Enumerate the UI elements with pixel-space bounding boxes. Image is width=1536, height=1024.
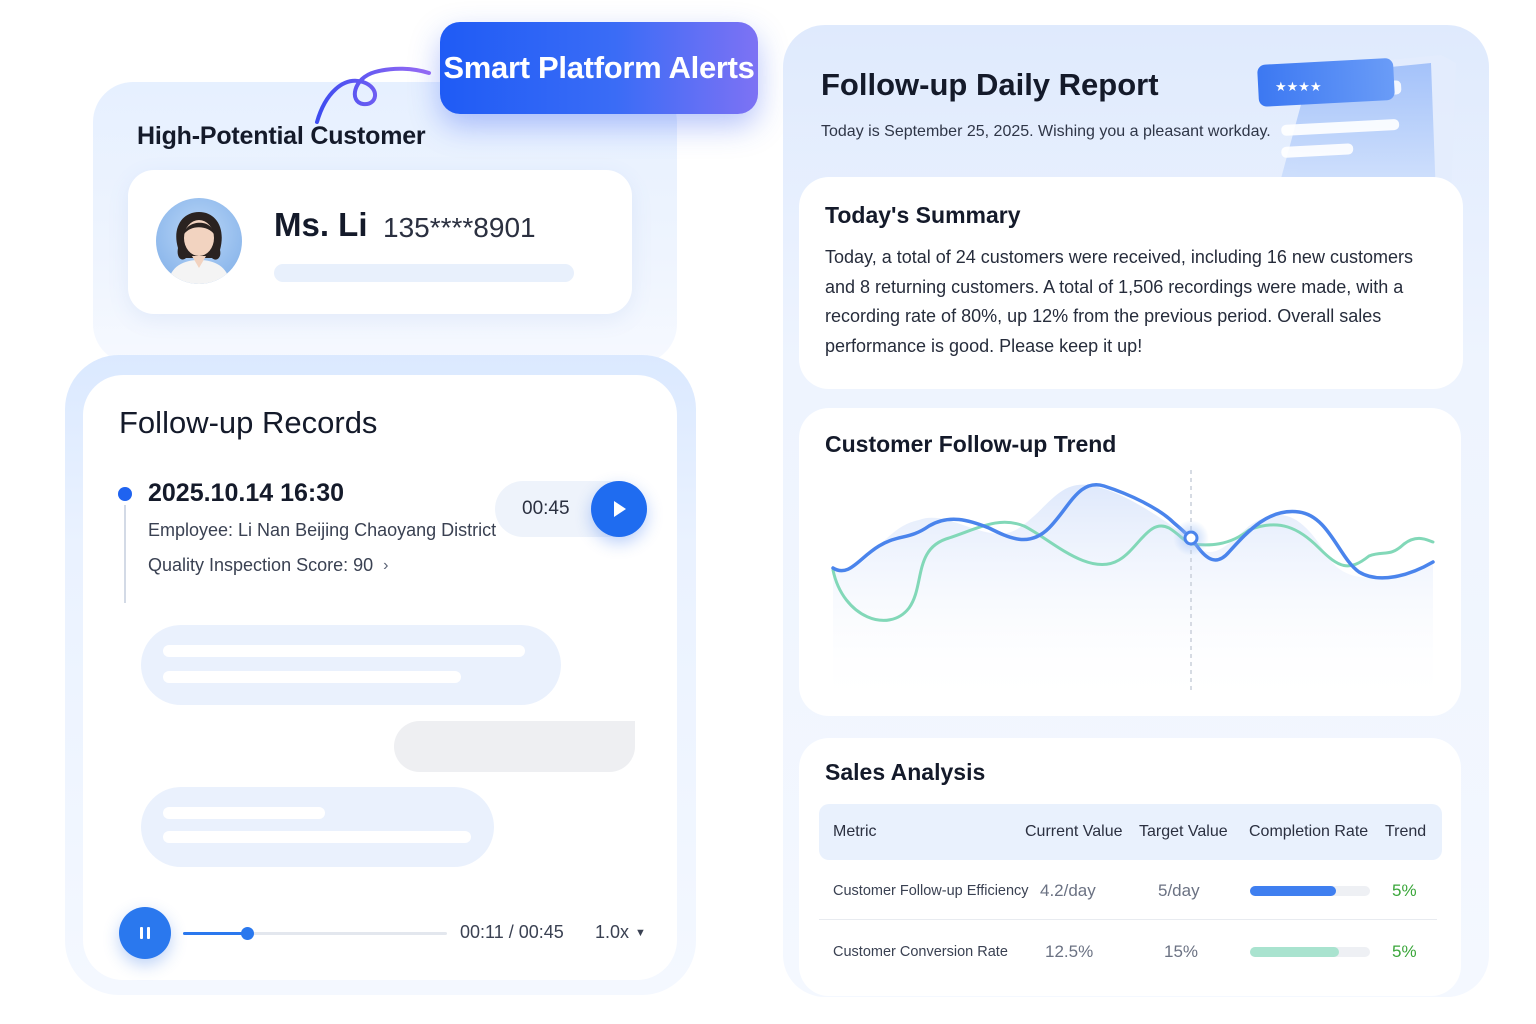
record-score-text: Quality Inspection Score: 90 — [148, 555, 374, 575]
row-metric: Customer Follow-up Efficiency — [833, 883, 1029, 899]
header-target-value: Target Value — [1139, 823, 1228, 840]
summary-title: Today's Summary — [825, 202, 1021, 228]
table-row[interactable]: Customer Conversion Rate 12.5% 15% 5% — [819, 923, 1437, 981]
trend-focus-point[interactable] — [1183, 530, 1199, 546]
row-trend: 5% — [1392, 942, 1417, 961]
records-title: Follow-up Records — [119, 405, 378, 440]
avatar — [156, 198, 242, 284]
sales-title: Sales Analysis — [825, 759, 986, 785]
report-subtitle: Today is September 25, 2025. Wishing you… — [821, 123, 1271, 140]
caret-down-icon: ▼ — [635, 927, 646, 939]
audio-progress-slider[interactable] — [183, 927, 447, 940]
chat-bubble-customer — [141, 787, 494, 867]
row-metric: Customer Conversion Rate — [833, 944, 1008, 960]
chat-bubble-employee — [394, 721, 635, 772]
report-document-illustration-icon: ★★★★ — [1257, 55, 1456, 197]
record-score-link[interactable]: Quality Inspection Score: 90 › — [148, 555, 388, 576]
trend-area — [833, 484, 1433, 708]
table-row[interactable]: Customer Follow-up Efficiency 4.2/day 5/… — [819, 862, 1437, 920]
today-summary-card: Today's Summary Today, a total of 24 cus… — [799, 177, 1463, 389]
sales-table-header: Metric Current Value Target Value Comple… — [819, 804, 1442, 860]
completion-progress-fill — [1250, 886, 1337, 896]
audio-progress-knob[interactable] — [241, 927, 255, 940]
bubble-line — [163, 807, 325, 819]
smart-platform-alerts-button[interactable]: Smart Platform Alerts — [440, 22, 758, 114]
report-title: Follow-up Daily Report — [821, 67, 1159, 102]
completion-progress-bar — [1250, 947, 1370, 957]
timeline-dot — [118, 487, 132, 501]
completion-progress-fill — [1250, 947, 1339, 957]
play-button[interactable] — [591, 481, 647, 537]
pause-button[interactable] — [119, 907, 171, 959]
row-target-value: 5/day — [1158, 881, 1200, 900]
player-time: 00:11 / 00:45 — [460, 922, 564, 942]
bubble-line — [163, 645, 525, 657]
audio-duration: 00:45 — [522, 498, 570, 519]
svg-text:★★★★: ★★★★ — [1275, 80, 1322, 95]
bubble-line — [163, 671, 461, 683]
record-employee: Employee: Li Nan Beijing Chaoyang Distri… — [148, 520, 497, 540]
daily-report-panel: Follow-up Daily Report Today is Septembe… — [783, 25, 1489, 997]
pause-icon — [140, 927, 150, 939]
play-icon — [614, 501, 626, 517]
playback-speed-dropdown[interactable]: 1.0x ▼ — [595, 922, 646, 943]
follow-up-records-card: Follow-up Records 2025.10.14 16:30 Emplo… — [83, 375, 677, 980]
summary-text: Today, a total of 24 customers were rece… — [825, 247, 1413, 356]
record-datetime: 2025.10.14 16:30 — [148, 479, 345, 507]
high-potential-customer-panel: High-Potential Customer Ms. Li 135****89… — [93, 66, 677, 364]
placeholder-bar — [274, 264, 574, 282]
audio-progress-fill — [183, 932, 248, 935]
header-trend: Trend — [1385, 823, 1427, 840]
row-trend: 5% — [1392, 881, 1417, 900]
row-current-value: 4.2/day — [1040, 881, 1096, 900]
completion-progress-bar — [1250, 886, 1370, 896]
chevron-right-icon: › — [383, 556, 389, 574]
bubble-line — [163, 831, 471, 843]
sales-analysis-card: Sales Analysis Metric Current Value Targ… — [799, 738, 1461, 996]
timeline-line — [124, 505, 126, 603]
customer-section-title: High-Potential Customer — [137, 122, 426, 150]
trend-card: Customer Follow-up Trend — [799, 408, 1461, 716]
header-completion-rate: Completion Rate — [1249, 823, 1369, 840]
customer-card[interactable]: Ms. Li 135****8901 — [128, 170, 632, 314]
row-target-value: 15% — [1164, 942, 1199, 961]
follow-up-records-panel: Follow-up Records 2025.10.14 16:30 Emplo… — [65, 355, 696, 995]
row-current-value: 12.5% — [1045, 942, 1094, 961]
customer-name: Ms. Li — [274, 206, 368, 243]
header-current-value: Current Value — [1025, 823, 1123, 840]
customer-phone: 135****8901 — [383, 212, 536, 243]
decorative-squiggle-icon — [315, 66, 431, 124]
header-metric: Metric — [833, 823, 877, 840]
audio-chip[interactable]: 00:45 — [495, 481, 647, 537]
trend-chart[interactable] — [829, 468, 1439, 708]
row-divider — [819, 919, 1437, 920]
chat-bubble-customer — [141, 625, 561, 705]
playback-speed-value: 1.0x — [595, 922, 630, 942]
trend-title: Customer Follow-up Trend — [825, 431, 1117, 457]
